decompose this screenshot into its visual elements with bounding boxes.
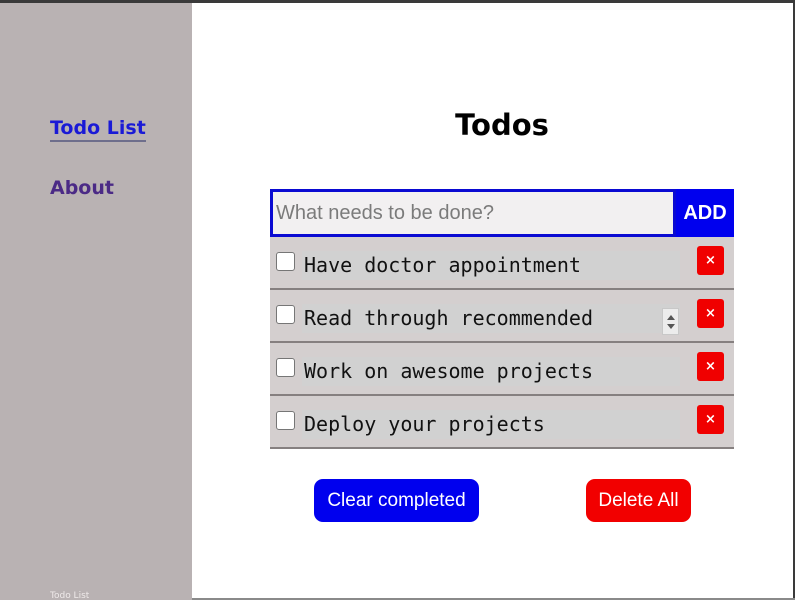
delete-all-button[interactable]: Delete All (586, 479, 691, 522)
close-icon: × (705, 412, 716, 427)
nav-link-todo-list[interactable]: Todo List (50, 117, 146, 142)
todo-list: Have doctor appointment × Read through r… (270, 237, 734, 449)
todo-item: Have doctor appointment × (270, 237, 734, 290)
add-todo-form: ADD (270, 189, 734, 237)
todo-checkbox[interactable] (276, 252, 295, 271)
todo-text-field[interactable]: Deploy your projects (302, 410, 680, 439)
todo-item: Read through recommended × (270, 290, 734, 343)
delete-todo-button[interactable]: × (697, 352, 724, 381)
close-icon: × (705, 306, 716, 321)
chevron-down-icon (667, 324, 675, 329)
new-todo-input[interactable] (270, 189, 676, 237)
sidebar-footer-text: Todo List (50, 591, 90, 600)
text-field-spinner[interactable] (662, 308, 679, 335)
todo-checkbox[interactable] (276, 305, 295, 324)
delete-todo-button[interactable]: × (697, 246, 724, 275)
todo-checkbox[interactable] (276, 358, 295, 377)
todo-text-field[interactable]: Have doctor appointment (302, 251, 680, 280)
chevron-up-icon (667, 315, 675, 320)
todo-text-field[interactable]: Read through recommended (302, 304, 680, 333)
close-icon: × (705, 359, 716, 374)
delete-todo-button[interactable]: × (697, 405, 724, 434)
nav-link-about[interactable]: About (50, 177, 114, 199)
todo-checkbox[interactable] (276, 411, 295, 430)
page-title: Todos (455, 108, 549, 142)
todo-text-field[interactable]: Work on awesome projects (302, 357, 680, 386)
sidebar: Todo List About Todo List (0, 3, 192, 600)
main-content: Todos ADD Have doctor appointment × Read… (192, 3, 793, 598)
delete-todo-button[interactable]: × (697, 299, 724, 328)
clear-completed-button[interactable]: Clear completed (314, 479, 479, 522)
todo-item: Deploy your projects × (270, 396, 734, 449)
add-button[interactable]: ADD (676, 189, 734, 237)
todo-item: Work on awesome projects × (270, 343, 734, 396)
close-icon: × (705, 253, 716, 268)
